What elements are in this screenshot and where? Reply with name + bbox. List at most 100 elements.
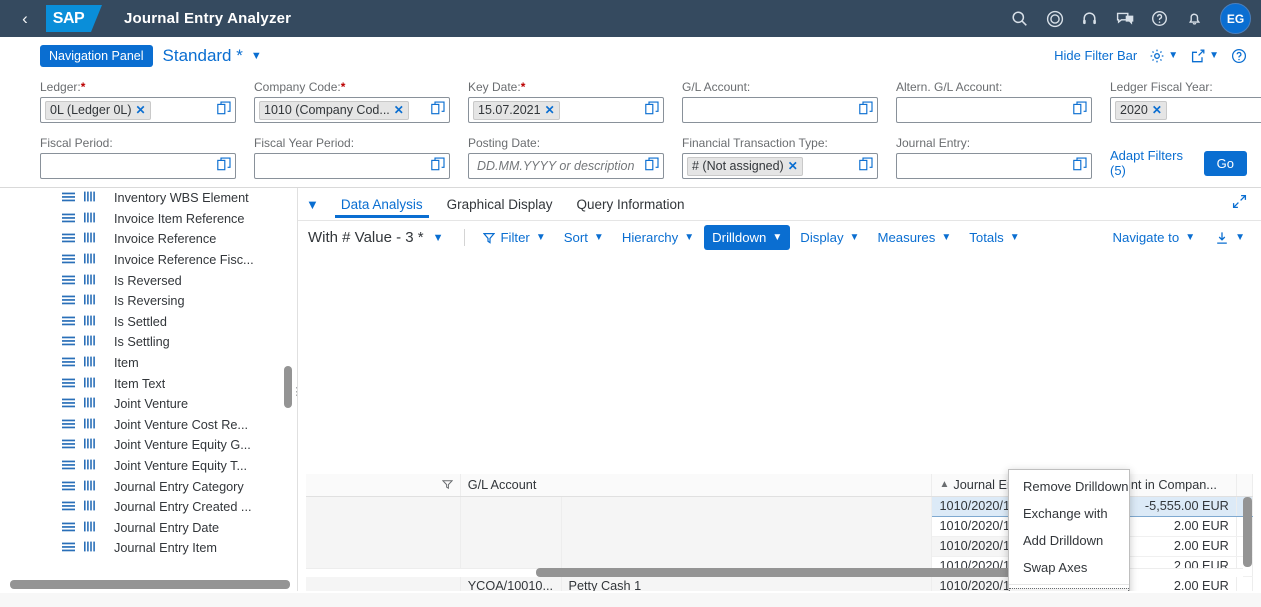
columns-icon[interactable]: [84, 500, 114, 514]
dimension-item[interactable]: Journal Entry Category: [0, 476, 297, 497]
rows-icon[interactable]: [62, 294, 84, 308]
columns-icon[interactable]: [84, 253, 114, 267]
rows-icon[interactable]: [62, 397, 84, 411]
avatar[interactable]: EG: [1220, 3, 1251, 34]
rows-icon[interactable]: [62, 356, 84, 370]
value-help-icon[interactable]: [642, 157, 659, 176]
filter-token[interactable]: # (Not assigned) ✕: [687, 156, 803, 176]
table-vertical-scrollbar[interactable]: [1243, 497, 1252, 567]
dimension-panel-horizontal-scrollbar[interactable]: [10, 580, 290, 589]
journal-entry-input[interactable]: [896, 153, 1092, 179]
tab-query-information[interactable]: Query Information: [564, 190, 696, 218]
columns-icon[interactable]: [84, 232, 114, 246]
search-icon[interactable]: [1003, 2, 1036, 35]
value-help-icon[interactable]: [214, 157, 231, 176]
columns-icon[interactable]: [84, 397, 114, 411]
columns-icon[interactable]: [84, 541, 114, 555]
filter-help-button[interactable]: [1231, 48, 1247, 64]
column-filter-icon[interactable]: [441, 479, 453, 493]
display-button[interactable]: Display ▼: [792, 225, 867, 250]
columns-icon[interactable]: [84, 438, 114, 452]
headset-icon[interactable]: [1073, 2, 1106, 35]
financial-transaction-type-input[interactable]: # (Not assigned) ✕: [682, 153, 878, 179]
filter-token[interactable]: 15.07.2021 ✕: [473, 100, 560, 120]
dimension-item[interactable]: Joint Venture Cost Re...: [0, 415, 297, 436]
fiscal-period-input[interactable]: [40, 153, 236, 179]
columns-icon[interactable]: [84, 459, 114, 473]
value-help-icon[interactable]: [642, 101, 659, 120]
tab-data-analysis[interactable]: Data Analysis: [329, 190, 435, 218]
rows-icon[interactable]: [62, 541, 84, 555]
copilot-icon[interactable]: [1038, 2, 1071, 35]
feedback-icon[interactable]: [1108, 2, 1141, 35]
dimension-item[interactable]: Item: [0, 353, 297, 374]
table-horizontal-scrollbar[interactable]: [536, 568, 1076, 577]
query-title[interactable]: With # Value - 3 * ▼: [306, 229, 444, 246]
columns-icon[interactable]: [84, 418, 114, 432]
menu-item-add-drilldown[interactable]: Add Drilldown: [1009, 527, 1129, 554]
rows-icon[interactable]: [62, 377, 84, 391]
dimension-item[interactable]: Is Reversing: [0, 291, 297, 312]
rows-icon[interactable]: [62, 480, 84, 494]
th-blank[interactable]: [306, 474, 461, 497]
panel-resize-grip[interactable]: ⋮: [291, 381, 298, 401]
ledger-input[interactable]: 0L (Ledger 0L) ✕: [40, 97, 236, 123]
filter-button[interactable]: Filter ▼: [475, 225, 554, 250]
measures-button[interactable]: Measures ▼: [869, 225, 959, 250]
columns-icon[interactable]: [84, 356, 114, 370]
dimension-item[interactable]: Is Reversed: [0, 270, 297, 291]
dimension-item[interactable]: Invoice Reference: [0, 229, 297, 250]
sort-button[interactable]: Sort ▼: [556, 225, 612, 250]
fullscreen-icon[interactable]: [1232, 194, 1253, 214]
filter-token[interactable]: 2020 ✕: [1115, 100, 1167, 120]
columns-icon[interactable]: [84, 480, 114, 494]
dimension-item[interactable]: Journal Entry Date: [0, 518, 297, 539]
sap-logo[interactable]: SAP: [46, 5, 102, 32]
navigate-to-button[interactable]: Navigate to ▼: [1104, 225, 1203, 250]
remove-token-icon[interactable]: ✕: [136, 103, 146, 117]
totals-button[interactable]: Totals ▼: [961, 225, 1027, 250]
dimension-item[interactable]: Joint Venture Equity G...: [0, 435, 297, 456]
rows-icon[interactable]: [62, 438, 84, 452]
sort-ascending-icon[interactable]: ▲: [939, 479, 949, 490]
tab-graphical-display[interactable]: Graphical Display: [435, 190, 565, 218]
menu-item-remove-drilldown[interactable]: Remove Drilldown: [1009, 473, 1129, 500]
company-code-input[interactable]: 1010 (Company Cod... ✕: [254, 97, 450, 123]
dimension-item[interactable]: Joint Venture: [0, 394, 297, 415]
notifications-bell-icon[interactable]: [1178, 2, 1211, 35]
dimension-item[interactable]: Joint Venture Equity T...: [0, 456, 297, 477]
rows-icon[interactable]: [62, 253, 84, 267]
hierarchy-button[interactable]: Hierarchy ▼: [614, 225, 702, 250]
menu-item-exchange-with[interactable]: Exchange with: [1009, 500, 1129, 527]
rows-icon[interactable]: [62, 459, 84, 473]
collapse-chevron-icon[interactable]: ▼: [306, 197, 319, 212]
filter-settings-button[interactable]: ▼: [1149, 48, 1178, 64]
remove-token-icon[interactable]: ✕: [788, 159, 798, 173]
rows-icon[interactable]: [62, 212, 84, 226]
share-button[interactable]: ▼: [1190, 48, 1219, 64]
hide-filter-bar-button[interactable]: Hide Filter Bar: [1054, 48, 1137, 63]
help-icon[interactable]: [1143, 2, 1176, 35]
columns-icon[interactable]: [84, 377, 114, 391]
value-help-icon[interactable]: [428, 101, 445, 120]
fiscal-year-period-input[interactable]: [254, 153, 450, 179]
dimension-item[interactable]: Is Settling: [0, 332, 297, 353]
columns-icon[interactable]: [84, 212, 114, 226]
menu-item-add-attribute[interactable]: Add Attribute: [1009, 588, 1129, 591]
dimension-item[interactable]: Inventory WBS Element: [0, 188, 297, 209]
key-date-input[interactable]: 15.07.2021 ✕: [468, 97, 664, 123]
value-help-icon[interactable]: [214, 101, 231, 120]
rows-icon[interactable]: [62, 500, 84, 514]
dimension-item[interactable]: Journal Entry Created ...: [0, 497, 297, 518]
columns-icon[interactable]: [84, 274, 114, 288]
value-help-icon[interactable]: [856, 101, 873, 120]
dimension-item[interactable]: Item Text: [0, 373, 297, 394]
dimension-item[interactable]: Journal Entry Item: [0, 538, 297, 559]
value-help-icon[interactable]: [856, 157, 873, 176]
altern-gl-account-input[interactable]: [896, 97, 1092, 123]
value-help-icon[interactable]: [1070, 157, 1087, 176]
columns-icon[interactable]: [84, 521, 114, 535]
rows-icon[interactable]: [62, 335, 84, 349]
columns-icon[interactable]: [84, 315, 114, 329]
rows-icon[interactable]: [62, 521, 84, 535]
